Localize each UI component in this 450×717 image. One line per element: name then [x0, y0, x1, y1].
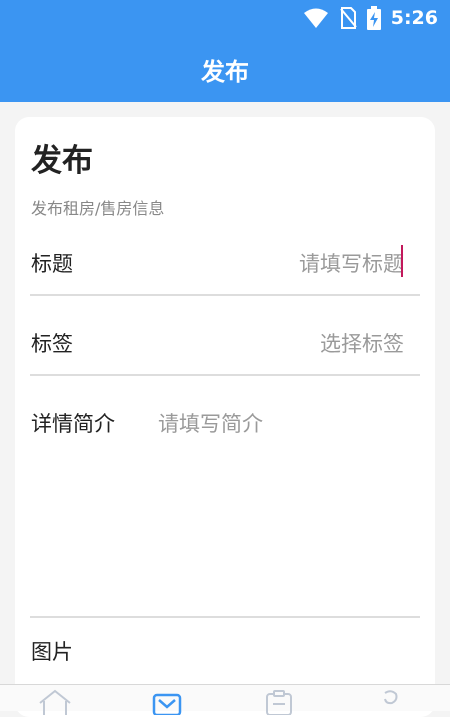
profile-icon[interactable] [374, 689, 408, 715]
status-time: 5:26 [390, 7, 438, 29]
app-bar-title: 发布 [201, 57, 249, 86]
card-title: 发布 [31, 143, 93, 179]
wifi-icon [303, 8, 328, 28]
tags-label: 标签 [31, 332, 73, 356]
divider [30, 374, 420, 376]
status-bar: 5:26 [0, 0, 450, 36]
status-icons: 5:26 [303, 6, 438, 30]
bottom-nav [0, 684, 450, 715]
detail-textarea[interactable]: 请填写简介 [158, 408, 263, 438]
card-subtitle: 发布租房/售房信息 [31, 199, 165, 218]
home-icon[interactable] [38, 689, 72, 715]
app-bar: 发布 [0, 36, 450, 102]
image-label: 图片 [31, 640, 73, 664]
title-label: 标题 [31, 252, 73, 276]
text-cursor [401, 245, 403, 277]
tags-select[interactable]: 选择标签 [320, 328, 404, 358]
divider [30, 294, 420, 296]
sim-no-signal-icon [339, 7, 357, 29]
divider [30, 616, 420, 618]
publish-icon[interactable] [150, 689, 184, 715]
title-input[interactable]: 请填写标题 [299, 248, 404, 278]
detail-label: 详情简介 [31, 412, 115, 436]
battery-charging-icon [366, 6, 381, 30]
list-icon[interactable] [262, 689, 296, 715]
publish-form-card: 发布 发布租房/售房信息 标题 请填写标题 标签 选择标签 详情简介 请填写简介… [15, 117, 435, 717]
